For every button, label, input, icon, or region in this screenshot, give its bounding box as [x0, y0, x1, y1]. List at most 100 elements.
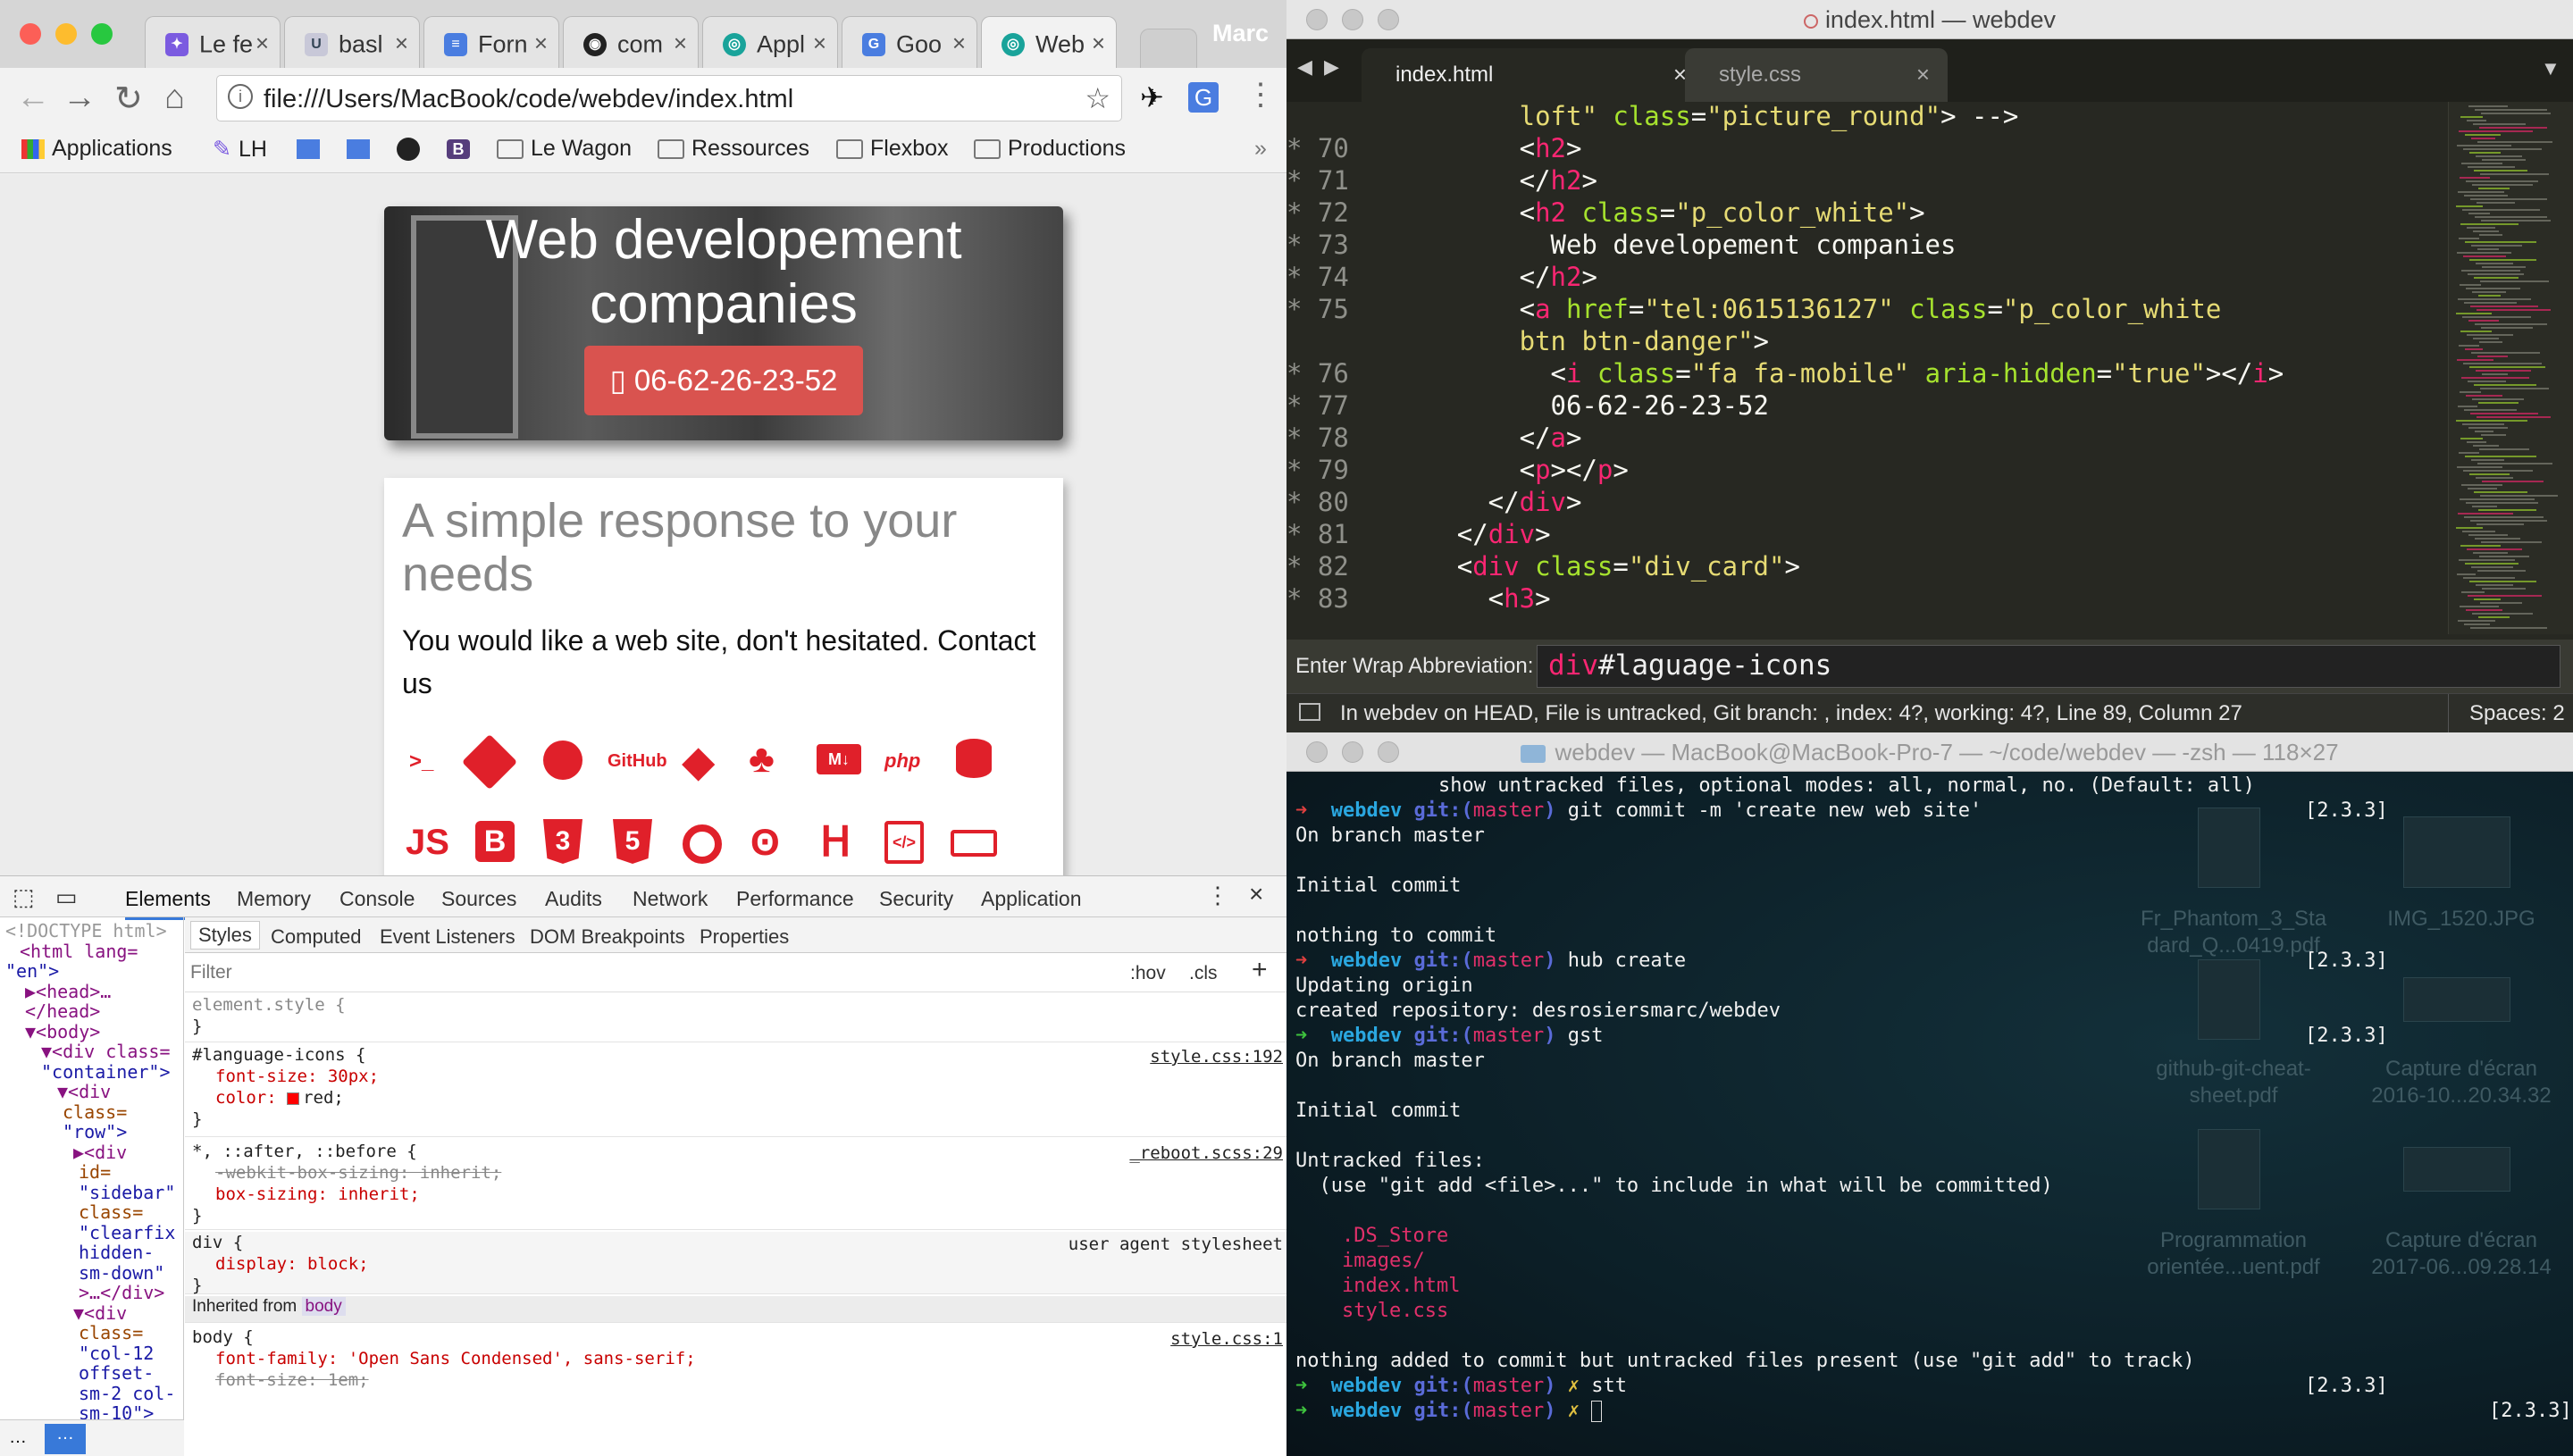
rule-div-user-agent[interactable]: div { user agent stylesheet display: blo… [185, 1232, 1286, 1295]
browser-tab-6[interactable]: G Goo × [842, 16, 977, 68]
minimize-window-button[interactable] [55, 23, 77, 45]
dom-line[interactable]: sm-2 col- [5, 1383, 183, 1404]
browser-tab-7-active[interactable]: ◎ Web × [981, 16, 1117, 68]
dom-line[interactable]: class= [5, 1101, 183, 1123]
tab-close-icon[interactable]: × [674, 29, 687, 57]
maximize-window-button[interactable] [1378, 9, 1399, 30]
close-window-button[interactable] [1306, 9, 1328, 30]
inherited-body-tag[interactable]: body [301, 1297, 346, 1316]
rule-value[interactable]: red; [303, 1088, 344, 1108]
dom-line[interactable]: <html lang= [5, 941, 183, 962]
nav-left-icon[interactable]: ◀ [1297, 55, 1312, 79]
browser-tab-2[interactable]: Ubasl × [284, 16, 420, 68]
url-text[interactable]: file:///Users/MacBook/code/webdev/index.… [264, 85, 793, 114]
rule-body[interactable]: body { style.css:1 font-family: 'Open Sa… [185, 1326, 1286, 1456]
dom-line[interactable]: <!DOCTYPE html> [5, 921, 183, 941]
rule-property-overridden[interactable]: font-size: 1em; [192, 1369, 1286, 1391]
tab-audits[interactable]: Audits [545, 887, 602, 911]
extension-bird-icon[interactable]: ✈ [1140, 80, 1164, 114]
tab-computed[interactable]: Computed [271, 925, 362, 949]
browser-tab-5[interactable]: ◎ Appl × [702, 16, 838, 68]
dom-line[interactable]: </head> [5, 1001, 183, 1022]
bookmark-applications[interactable]: Applications [21, 136, 172, 162]
hover-state-toggle[interactable]: :hov [1130, 963, 1166, 984]
tab-close-icon[interactable]: × [534, 29, 548, 57]
bookmark-folder-ressources[interactable]: Ressources [658, 136, 809, 162]
browser-tab-1[interactable]: ✦ Le fe × [145, 16, 281, 68]
dom-line[interactable]: hidden- [5, 1243, 183, 1263]
tab-security[interactable]: Security [879, 887, 953, 911]
styles-filter-input[interactable] [190, 960, 637, 985]
rule-source-link[interactable]: style.css:1 [1170, 1328, 1283, 1350]
breadcrumb-ellipsis[interactable]: … [9, 1427, 27, 1448]
dom-tree[interactable]: <!DOCTYPE html> <html lang= "en"> ▶<head… [0, 917, 184, 1456]
tab-sources[interactable]: Sources [441, 887, 516, 911]
dom-line[interactable]: class= [5, 1202, 183, 1223]
google-translate-icon[interactable]: G [1188, 82, 1219, 113]
rule-property[interactable]: box-sizing: inherit; [192, 1184, 1286, 1205]
dom-line[interactable]: ▼<body> [5, 1021, 183, 1042]
device-toggle-icon[interactable]: ▭ [55, 883, 78, 911]
bookmarks-overflow-icon[interactable]: » [1254, 136, 1267, 162]
new-tab-button[interactable] [1140, 29, 1197, 68]
dom-line[interactable]: "col-12 [5, 1343, 183, 1364]
home-icon[interactable]: ⌂ [164, 79, 185, 117]
profile-name[interactable]: Marc [1212, 20, 1269, 47]
phone-button[interactable]: ▯ 06-62-26-23-52 [584, 346, 863, 415]
reload-icon[interactable]: ↻ [114, 79, 143, 119]
indentation-setting[interactable]: Spaces: 2 [2469, 701, 2565, 726]
panel-toggle-icon[interactable] [1299, 703, 1320, 721]
tab-close-icon[interactable]: × [256, 29, 269, 57]
tab-close-icon[interactable]: × [1916, 61, 1930, 88]
info-icon[interactable]: i [228, 84, 253, 109]
bookmark-github[interactable] [397, 136, 427, 162]
dom-line[interactable]: class= [5, 1323, 183, 1343]
minimize-window-button[interactable] [1342, 741, 1363, 763]
nav-right-icon[interactable]: ▶ [1324, 55, 1339, 79]
dom-line[interactable]: id= [5, 1162, 183, 1183]
inspect-element-icon[interactable]: ⬚ [13, 883, 35, 911]
minimize-window-button[interactable] [1342, 9, 1363, 30]
dom-line[interactable]: ▼<div [5, 1082, 183, 1102]
dom-line[interactable]: ▼<div [5, 1302, 183, 1324]
rule-element-style[interactable]: element.style { } [185, 994, 1286, 1042]
bookmark-doc[interactable] [297, 136, 327, 162]
dom-line[interactable]: ▼<div class= [5, 1042, 183, 1062]
rule-property[interactable]: font-family: 'Open Sans Condensed', sans… [192, 1348, 1286, 1369]
tab-close-icon[interactable]: × [1092, 29, 1105, 57]
browser-tab-3[interactable]: ≡ Forn × [423, 16, 559, 68]
bookmark-folder-le-wagon[interactable]: Le Wagon [497, 136, 632, 162]
editor-tab-index-html[interactable]: index.html × [1362, 48, 1705, 102]
bookmark-star-icon[interactable]: ☆ [1085, 81, 1110, 115]
tab-event-listeners[interactable]: Event Listeners [380, 925, 515, 949]
tab-application[interactable]: Application [981, 887, 1082, 911]
close-window-button[interactable] [1306, 741, 1328, 763]
bookmark-lh[interactable]: ✎ LH [213, 136, 267, 163]
dom-line[interactable]: "row"> [5, 1122, 183, 1142]
browser-tab-4[interactable]: ◉ com × [563, 16, 699, 68]
bookmark-folder-flexbox[interactable]: Flexbox [836, 136, 949, 162]
rule-property-overridden[interactable]: -webkit-box-sizing: inherit; [192, 1162, 1286, 1184]
rule-language-icons[interactable]: #language-icons { style.css:192 font-siz… [185, 1044, 1286, 1137]
rule-reboot[interactable]: *, ::after, ::before { _reboot.scss:29 -… [185, 1141, 1286, 1230]
dom-line[interactable]: ▶<head>… [5, 981, 183, 1002]
maximize-window-button[interactable] [1378, 741, 1399, 763]
rule-property[interactable]: font-size: 30px; [192, 1066, 1286, 1087]
tab-close-icon[interactable]: × [395, 29, 408, 57]
rule-source-link[interactable]: style.css:192 [1150, 1046, 1283, 1067]
tab-performance[interactable]: Performance [736, 887, 854, 911]
close-window-button[interactable] [20, 23, 41, 45]
terminal-prompt-line-current[interactable]: ➜ webdev git:(master) ✗ [1295, 1399, 1603, 1424]
tab-close-icon[interactable]: × [952, 29, 966, 57]
new-rule-plus-icon[interactable]: + [1252, 955, 1268, 985]
address-bar[interactable]: i file:///Users/MacBook/code/webdev/inde… [216, 75, 1122, 121]
tab-close-icon[interactable]: × [813, 29, 826, 57]
code-editor[interactable]: loft" class="picture_round"> --> * 70 <h… [1286, 102, 2448, 634]
rule-property[interactable]: color: [192, 1088, 277, 1108]
tab-properties[interactable]: Properties [700, 925, 789, 949]
menu-kebab-icon[interactable]: ⋮ [1245, 77, 1276, 113]
bookmark-translate[interactable] [347, 136, 377, 162]
dom-line[interactable]: sm-down" [5, 1262, 183, 1284]
forward-arrow-icon[interactable]: → [63, 79, 96, 117]
class-toggle[interactable]: .cls [1189, 963, 1218, 984]
